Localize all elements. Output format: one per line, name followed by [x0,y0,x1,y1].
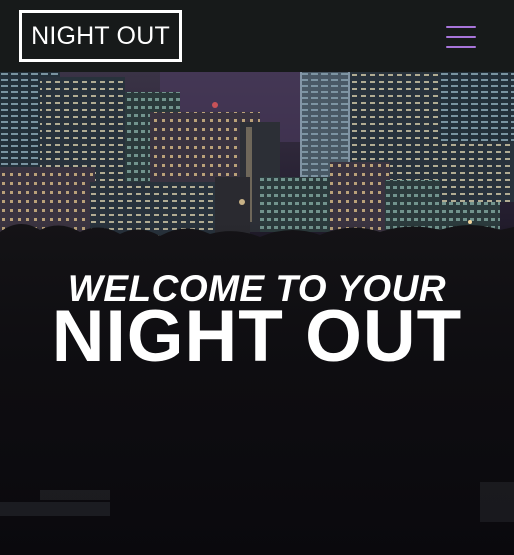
logo-link[interactable]: NIGHT OUT [19,10,182,62]
navbar: NIGHT OUT [0,0,514,72]
menu-bar [446,36,476,38]
menu-bar [446,46,476,48]
page: NIGHT OUT WELCOME TO YOUR NIGHT OUT [0,0,514,555]
hero-title: NIGHT OUT [51,296,463,377]
hamburger-menu-icon[interactable] [443,24,479,50]
hero-section: WELCOME TO YOUR NIGHT OUT [0,72,514,555]
menu-bar [446,26,476,28]
